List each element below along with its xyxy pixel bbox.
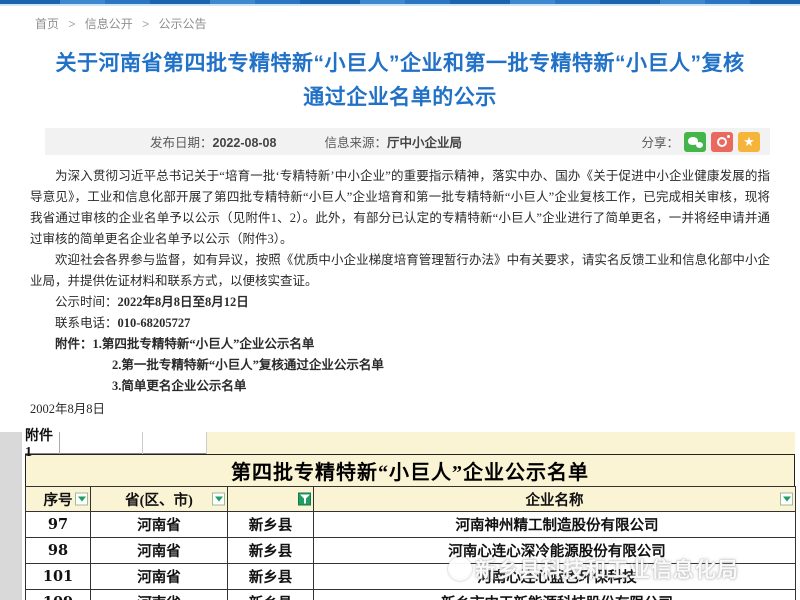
header-seq: 序号 <box>26 487 91 512</box>
table-title: 第四批专精特新“小巨人”企业公示名单 <box>25 454 795 486</box>
header-province: 省(区、市) <box>91 487 228 512</box>
cell-province: 河南省 <box>91 512 228 538</box>
cell-county: 新乡县 <box>228 538 314 564</box>
enterprise-table: 序号 省(区、市) 企业名称 97 河南省 新乡县 河南神州精工制造股份有限公司 <box>25 486 796 600</box>
cell-company: 河南神州精工制造股份有限公司 <box>314 512 796 538</box>
cell-county: 新乡县 <box>228 512 314 538</box>
paragraph: 欢迎社会各界参与监督，如有异议，按照《优质中小企业梯度培育管理暂行办法》中有关要… <box>30 250 770 292</box>
header-seq-label: 序号 <box>44 493 73 509</box>
empty-cell <box>143 432 207 454</box>
attachment-link-1[interactable]: 1.第四批专精特新“小巨人”企业公示名单 <box>93 337 315 351</box>
breadcrumb-separator: > <box>142 17 149 31</box>
cell-province: 河南省 <box>91 564 228 590</box>
cell-company: 新乡市中天新能源科技股份有限公司 <box>314 590 796 600</box>
attachment-line-3: 3.简单更名企业公示名单 <box>30 376 770 397</box>
sign-date: 2002年8月8日 <box>30 399 770 420</box>
header-company: 企业名称 <box>314 487 796 512</box>
share-favorite-icon[interactable]: ★ <box>738 132 760 152</box>
attachment-link-3[interactable]: 3.简单更名企业公示名单 <box>112 379 246 393</box>
cell-seq: 109 <box>26 590 91 600</box>
cell-province: 河南省 <box>91 538 228 564</box>
notice-period-label: 公示时间： <box>55 295 118 309</box>
notice-period-value: 2022年8月8日至8月12日 <box>118 295 249 309</box>
share-weibo-icon[interactable] <box>711 132 733 152</box>
publish-date: 发布日期：2022-08-08 <box>150 132 276 151</box>
attachment-sheet: 附件1 第四批专精特新“小巨人”企业公示名单 序号 省(区、市) 企业名称 <box>0 432 800 600</box>
sheet-area: 附件1 第四批专精特新“小巨人”企业公示名单 序号 省(区、市) 企业名称 <box>25 432 795 600</box>
share-label: 分享： <box>641 132 679 151</box>
cell-seq: 101 <box>26 564 91 590</box>
article-body: 为深入贯彻习近平总书记关于“培育一批‘专精特新’中小企业”的重要指示精神，落实中… <box>30 166 770 420</box>
cell-company: 河南心连心蓝色环保科技 <box>314 564 796 590</box>
filter-active-funnel-icon[interactable] <box>298 493 311 506</box>
info-source-value: 厅中小企业局 <box>387 136 462 150</box>
attachment-line-2: 2.第一批专精特新“小巨人”复核通过企业公示名单 <box>30 355 770 376</box>
filter-dropdown-icon[interactable] <box>75 493 88 506</box>
cell-county: 新乡县 <box>228 590 314 600</box>
attachment-number-cell: 附件1 <box>25 432 60 454</box>
filter-dropdown-icon[interactable] <box>780 493 793 506</box>
breadcrumb-separator: > <box>68 17 75 31</box>
nav-bar-highlight <box>0 4 800 6</box>
share-wechat-icon[interactable] <box>684 132 706 152</box>
header-province-label: 省(区、市) <box>125 493 193 509</box>
sheet-corner-row: 附件1 <box>25 432 795 454</box>
header-company-label: 企业名称 <box>526 493 584 509</box>
contact-phone-label: 联系电话： <box>55 316 118 330</box>
empty-cell <box>60 432 143 454</box>
attachment-line-1: 附件：1.第四批专精特新“小巨人”企业公示名单 <box>30 334 770 355</box>
contact-phone-value: 010-68205727 <box>118 316 191 330</box>
public-notice-period: 公示时间：2022年8月8日至8月12日 <box>30 292 770 313</box>
cell-seq: 97 <box>26 512 91 538</box>
table-row: 109 河南省 新乡县 新乡市中天新能源科技股份有限公司 <box>26 590 796 600</box>
page: 首页 > 信息公开 > 公示公告 关于河南省第四批专精特新“小巨人”企业和第一批… <box>0 0 800 600</box>
publish-date-value: 2022-08-08 <box>213 136 277 150</box>
info-source: 信息来源：厅中小企业局 <box>324 132 462 151</box>
table-row: 98 河南省 新乡县 河南心连心深冷能源股份有限公司 <box>26 538 796 564</box>
empty-cell <box>207 432 795 454</box>
filter-dropdown-icon[interactable] <box>212 493 225 506</box>
share-bar: 分享： ★ <box>641 132 760 152</box>
contact-phone: 联系电话：010-68205727 <box>30 313 770 334</box>
breadcrumb-home[interactable]: 首页 <box>35 17 59 31</box>
attachments-label: 附件： <box>55 337 93 351</box>
cell-county: 新乡县 <box>228 564 314 590</box>
breadcrumb-current: 公示公告 <box>158 17 206 31</box>
sheet-left-margin <box>0 432 22 600</box>
article-meta-bar: 发布日期：2022-08-08 信息来源：厅中小企业局 分享： ★ <box>45 128 770 155</box>
breadcrumb: 首页 > 信息公开 > 公示公告 <box>35 15 800 32</box>
table-header-row: 序号 省(区、市) 企业名称 <box>26 487 796 512</box>
table-row: 101 河南省 新乡县 河南心连心蓝色环保科技 <box>26 564 796 590</box>
attachment-link-2[interactable]: 2.第一批专精特新“小巨人”复核通过企业公示名单 <box>112 358 384 372</box>
publish-date-label: 发布日期： <box>150 136 213 150</box>
article-title: 关于河南省第四批专精特新“小巨人”企业和第一批专精特新“小巨人”复核通过企业名单… <box>50 47 750 115</box>
breadcrumb-info-disclosure[interactable]: 信息公开 <box>85 17 133 31</box>
header-county <box>228 487 314 512</box>
site-nav-bar-edge <box>0 0 800 6</box>
cell-province: 河南省 <box>91 590 228 600</box>
paragraph: 为深入贯彻习近平总书记关于“培育一批‘专精特新’中小企业”的重要指示精神，落实中… <box>30 166 770 250</box>
info-source-label: 信息来源： <box>324 136 387 150</box>
table-row: 97 河南省 新乡县 河南神州精工制造股份有限公司 <box>26 512 796 538</box>
cell-company: 河南心连心深冷能源股份有限公司 <box>314 538 796 564</box>
cell-seq: 98 <box>26 538 91 564</box>
